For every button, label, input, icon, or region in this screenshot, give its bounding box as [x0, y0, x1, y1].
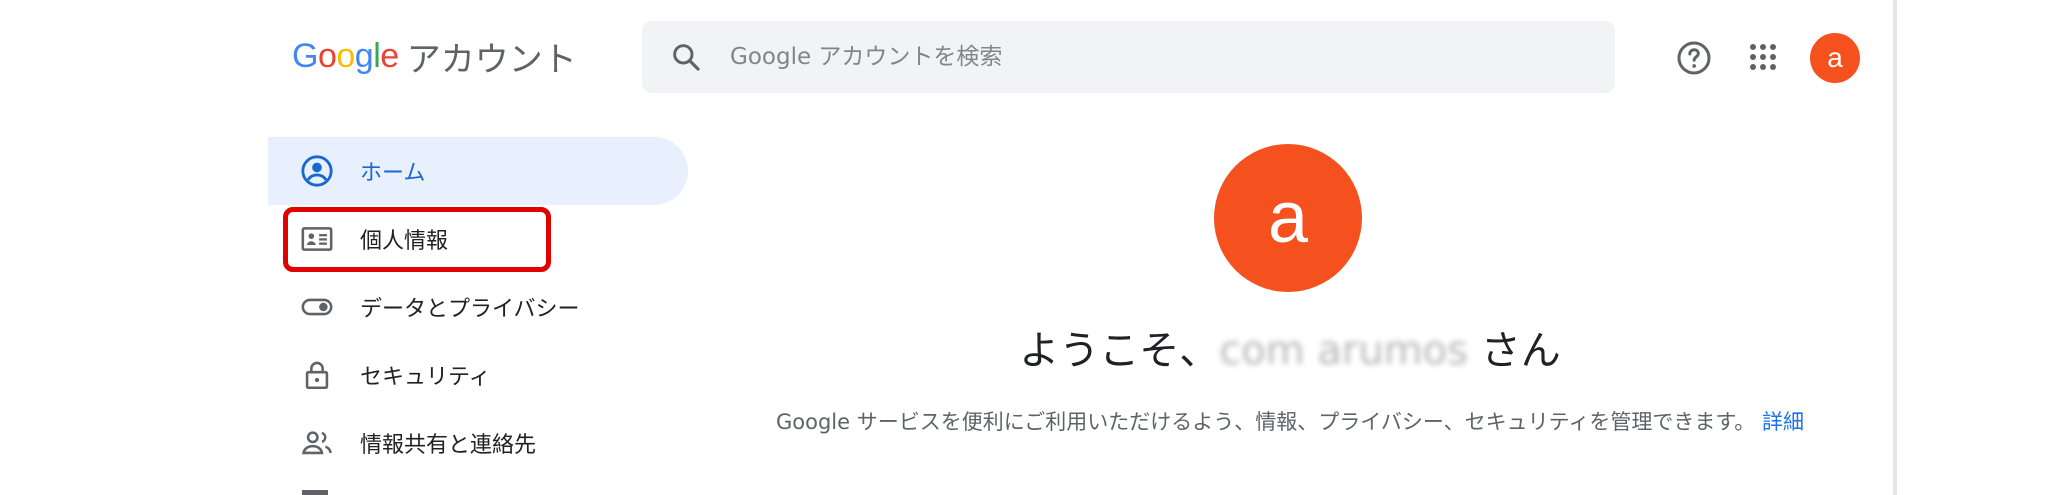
account-avatar-button[interactable]: a	[1810, 33, 1860, 83]
search-bar[interactable]	[642, 21, 1615, 93]
window-edge	[1893, 0, 1897, 495]
sidebar-item-label: 情報共有と連絡先	[360, 433, 537, 458]
account-circle-icon	[300, 154, 334, 188]
profile-avatar[interactable]: a	[1214, 144, 1362, 292]
google-account-logo[interactable]: Google アカウント	[292, 34, 577, 80]
welcome-description: Google サービスを便利にご利用いただけるよう、情報、プライバシー、セキュリ…	[760, 407, 1820, 438]
search-icon[interactable]	[670, 41, 702, 73]
sidebar-item-label: データとプライバシー	[360, 297, 580, 322]
sidebar-item-label: セキュリティ	[360, 365, 491, 390]
user-name: com arumos	[1219, 328, 1468, 374]
highlight-annotation	[283, 207, 551, 272]
welcome-heading: ようこそ、com arumos さん	[1010, 318, 1570, 376]
sidebar-item-home[interactable]: ホーム	[268, 137, 688, 205]
help-icon[interactable]	[1676, 40, 1712, 76]
sidebar-item-data-privacy[interactable]: データとプライバシー	[268, 273, 688, 341]
sidebar-next-icon-partial	[302, 490, 328, 495]
product-name: アカウント	[406, 39, 577, 80]
sidebar-item-people-sharing[interactable]: 情報共有と連絡先	[268, 409, 688, 477]
welcome-suffix: さん	[1468, 328, 1561, 374]
sidebar-item-security[interactable]: セキュリティ	[268, 341, 688, 409]
apps-grid-icon[interactable]	[1748, 42, 1778, 72]
description-text: Google サービスを便利にご利用いただけるよう、情報、プライバシー、セキュリ…	[775, 410, 1756, 434]
welcome-prefix: ようこそ、	[1019, 328, 1220, 374]
search-input[interactable]	[728, 43, 1532, 71]
lock-icon	[300, 358, 334, 392]
people-icon	[300, 426, 334, 460]
google-logo-text: Google	[292, 36, 399, 75]
toggle-icon	[300, 290, 334, 324]
details-link[interactable]: 詳細	[1762, 410, 1804, 434]
sidebar-item-label: ホーム	[360, 161, 426, 186]
